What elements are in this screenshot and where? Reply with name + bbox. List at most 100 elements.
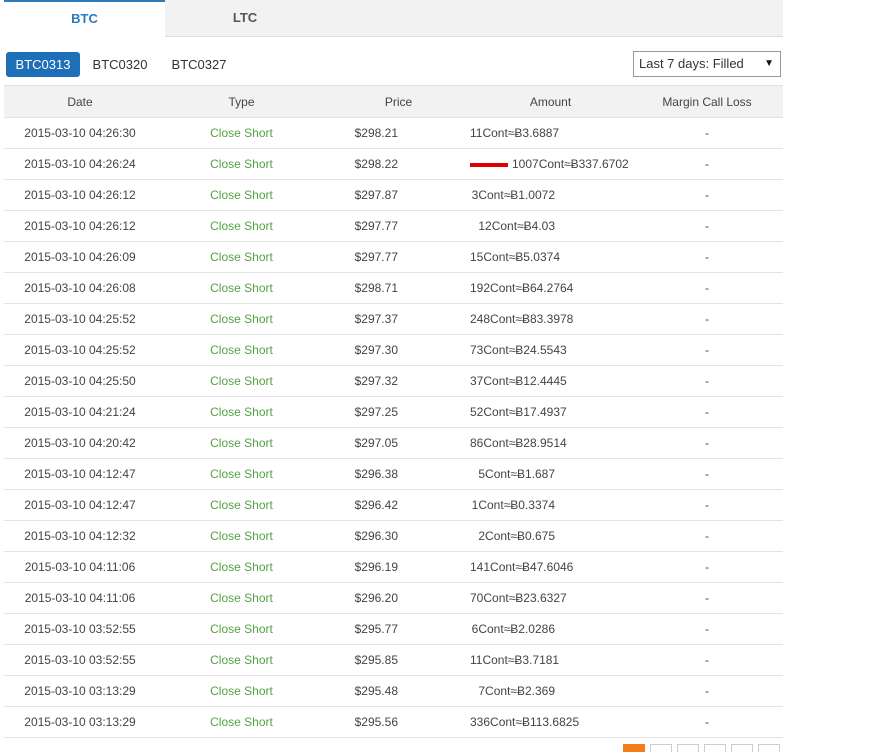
page-button[interactable] [758,744,780,752]
table-row: 2015-03-10 04:26:12 Close Short $297.87 3Co… [4,179,783,211]
cell-type: Close Short [156,179,327,211]
cell-amount: 6Cont≈Ƀ2.0286 [470,613,631,645]
cell-price: $296.30 [327,520,470,552]
cell-date-text: 2015-03-10 04:26:08 [24,281,136,295]
cell-type: Close Short [156,582,327,614]
cell-margin-call-loss: - [631,458,783,490]
table-row: 2015-03-10 04:25:52 Close Short $297.37 248… [4,303,783,335]
tab-ltc[interactable]: LTC [165,0,325,36]
cell-amount: 86Cont≈Ƀ28.9514 [470,427,631,459]
table-row: 2015-03-10 04:26:24 Close Short $298.22 100… [4,148,783,180]
cell-price: $296.20 [327,582,470,614]
cell-date: 2015-03-10 04:11:06 [4,551,156,583]
cell-amount-text: 70Cont≈Ƀ23.6327 [470,591,567,605]
cell-amount-text: 15Cont≈Ƀ5.0374 [470,250,560,264]
table-row: 2015-03-10 04:26:30 Close Short $298.21 11C… [4,117,783,149]
cell-date: 2015-03-10 04:11:06 [4,582,156,614]
cell-price: $297.32 [327,365,470,397]
cell-margin-call-loss-text: - [705,715,709,729]
cell-amount-text: 141Cont≈Ƀ47.6046 [470,560,574,574]
cell-type-text: Close Short [210,684,273,698]
cell-amount: 73Cont≈Ƀ24.5543 [470,334,631,366]
cell-margin-call-loss-text: - [705,467,709,481]
cell-price-text: $297.77 [354,219,398,233]
cell-price-text: $297.05 [354,436,398,450]
contract-btc0313[interactable]: BTC0313 [6,52,80,77]
cell-price-text: $297.37 [354,312,398,326]
page-button[interactable] [704,744,726,752]
cell-date: 2015-03-10 03:52:55 [4,613,156,645]
cell-date-text: 2015-03-10 04:11:06 [24,560,136,574]
cell-amount-text: 52Cont≈Ƀ17.4937 [470,405,567,419]
cell-date-text: 2015-03-10 04:26:12 [24,188,136,202]
cell-price: $295.48 [327,675,470,707]
table-row: 2015-03-10 04:21:24 Close Short $297.25 52C… [4,396,783,428]
cell-date: 2015-03-10 04:20:42 [4,427,156,459]
cell-margin-call-loss: - [631,489,783,521]
orders-table: Date Type Price Amount Margin Call Loss … [4,85,783,738]
tab-btc[interactable]: BTC [4,0,165,37]
table-row: 2015-03-10 04:26:12 Close Short $297.77 12C… [4,210,783,242]
page-button[interactable] [677,744,699,752]
cell-type-text: Close Short [210,281,273,295]
cell-margin-call-loss-text: - [705,436,709,450]
table-row: 2015-03-10 04:11:06 Close Short $296.20 70C… [4,582,783,614]
cell-margin-call-loss: - [631,117,783,149]
cell-amount: 141Cont≈Ƀ47.6046 [470,551,631,583]
page-button[interactable] [650,744,672,752]
cell-amount-text: 1007Cont≈Ƀ337.6702 [512,157,629,171]
cell-date-text: 2015-03-10 04:26:09 [24,250,136,264]
cell-price-text: $295.85 [354,653,398,667]
cell-margin-call-loss-text: - [705,374,709,388]
cell-amount-text: 73Cont≈Ƀ24.5543 [470,343,567,357]
cell-date: 2015-03-10 04:25:52 [4,303,156,335]
cell-date: 2015-03-10 04:26:30 [4,117,156,149]
cell-type-text: Close Short [210,219,273,233]
cell-type-text: Close Short [210,560,273,574]
cell-type: Close Short [156,675,327,707]
cell-margin-call-loss: - [631,272,783,304]
cell-type: Close Short [156,706,327,738]
cell-date: 2015-03-10 04:12:47 [4,458,156,490]
cell-price: $298.22 [327,148,470,180]
cell-amount-text: 6Cont≈Ƀ2.0286 [471,622,555,636]
contract-btc0327[interactable]: BTC0327 [166,52,232,77]
column-header-amount: Amount [470,85,631,118]
cell-amount: 3Cont≈Ƀ1.0072 [470,179,631,211]
cell-margin-call-loss: - [631,675,783,707]
cell-margin-call-loss-text: - [705,188,709,202]
table-row: 2015-03-10 04:20:42 Close Short $297.05 86C… [4,427,783,459]
page-button[interactable] [623,744,645,752]
cell-type-text: Close Short [210,157,273,171]
cell-amount-text: 3Cont≈Ƀ1.0072 [471,188,555,202]
cell-margin-call-loss-text: - [705,405,709,419]
cell-date-text: 2015-03-10 03:13:29 [24,684,136,698]
cell-margin-call-loss-text: - [705,343,709,357]
cell-price: $295.77 [327,613,470,645]
cell-amount: 2Cont≈Ƀ0.675 [470,520,631,552]
cell-margin-call-loss-text: - [705,250,709,264]
cell-price-text: $295.56 [354,715,398,729]
period-filter-value: Last 7 days: Filled [639,56,744,71]
cell-date: 2015-03-10 03:13:29 [4,675,156,707]
cell-date-text: 2015-03-10 04:12:32 [24,529,136,543]
cell-type: Close Short [156,613,327,645]
cell-margin-call-loss: - [631,582,783,614]
cell-amount-text: 11Cont≈Ƀ3.6887 [470,126,560,140]
cell-date-text: 2015-03-10 04:25:50 [24,374,136,388]
cell-amount-text: 86Cont≈Ƀ28.9514 [470,436,567,450]
cell-date: 2015-03-10 04:12:47 [4,489,156,521]
page-button[interactable] [731,744,753,752]
period-filter-select[interactable]: Last 7 days: Filled ▼ [633,51,781,77]
cell-price: $298.71 [327,272,470,304]
cell-amount: 1Cont≈Ƀ0.3374 [470,489,631,521]
cell-margin-call-loss: - [631,303,783,335]
cell-date-text: 2015-03-10 04:26:24 [24,157,136,171]
cell-type-text: Close Short [210,405,273,419]
cell-type-text: Close Short [210,715,273,729]
contract-btc0320[interactable]: BTC0320 [88,52,152,77]
table-row: 2015-03-10 03:52:55 Close Short $295.85 11C… [4,644,783,676]
cell-type-text: Close Short [210,188,273,202]
table-row: 2015-03-10 04:25:50 Close Short $297.32 37C… [4,365,783,397]
cell-date-text: 2015-03-10 04:12:47 [24,498,136,512]
